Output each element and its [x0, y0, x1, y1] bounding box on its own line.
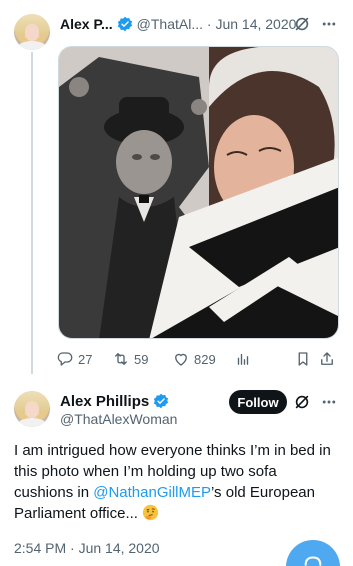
views-icon — [237, 353, 249, 365]
photo-image — [59, 47, 338, 338]
tweet1-header-actions — [293, 14, 337, 34]
more-icon[interactable] — [321, 16, 337, 32]
author-name[interactable]: Alex P... — [60, 16, 113, 32]
more-icon[interactable] — [321, 394, 337, 410]
tweet2-header-actions — [293, 392, 337, 412]
mention-link[interactable]: @NathanGillMEP — [93, 484, 211, 501]
grok-icon[interactable] — [293, 393, 311, 411]
reply-button[interactable]: 27 — [56, 350, 112, 368]
retweet-button[interactable]: 59 — [112, 350, 172, 368]
retweet-count: 59 — [134, 351, 149, 367]
bookmark-button[interactable] — [294, 350, 318, 368]
like-count: 829 — [194, 351, 216, 367]
reply-count: 27 — [78, 351, 93, 367]
share-icon — [321, 352, 333, 365]
like-button[interactable]: 829 — [172, 350, 234, 368]
avatar[interactable] — [14, 391, 50, 427]
tweet1-header: Alex P... @ThatAl... · Jun 14, 2020 — [60, 14, 296, 34]
avatar[interactable] — [14, 14, 50, 50]
tweet-timestamp[interactable]: 2:54 PM · Jun 14, 2020 — [14, 540, 160, 556]
compose-button[interactable] — [286, 540, 340, 566]
share-button[interactable] — [318, 350, 340, 368]
author-handle[interactable]: @ThatAlexWoman — [60, 410, 177, 428]
verified-badge-icon — [154, 393, 169, 409]
thread-line — [31, 52, 33, 374]
compose-icon — [304, 556, 322, 566]
tweet2-name-row: Alex Phillips — [60, 392, 173, 410]
tweet-photo[interactable] — [58, 46, 339, 339]
bookmark-icon — [298, 352, 308, 366]
tweet1-actions: 27 59 829 — [56, 348, 340, 370]
author-name[interactable]: Alex Phillips — [60, 393, 149, 410]
author-handle-date[interactable]: @ThatAl... · Jun 14, 2020 — [137, 16, 297, 32]
thinking-face-emoji — [142, 504, 159, 521]
grok-icon[interactable] — [293, 15, 311, 33]
reply-icon — [57, 352, 73, 366]
tweet-text: I am intrigued how everyone thinks I’m i… — [14, 440, 340, 524]
like-icon — [175, 353, 187, 366]
retweet-icon — [115, 353, 127, 365]
verified-badge-icon — [117, 16, 132, 32]
follow-button[interactable]: Follow — [229, 390, 287, 414]
views-button[interactable] — [234, 350, 294, 368]
